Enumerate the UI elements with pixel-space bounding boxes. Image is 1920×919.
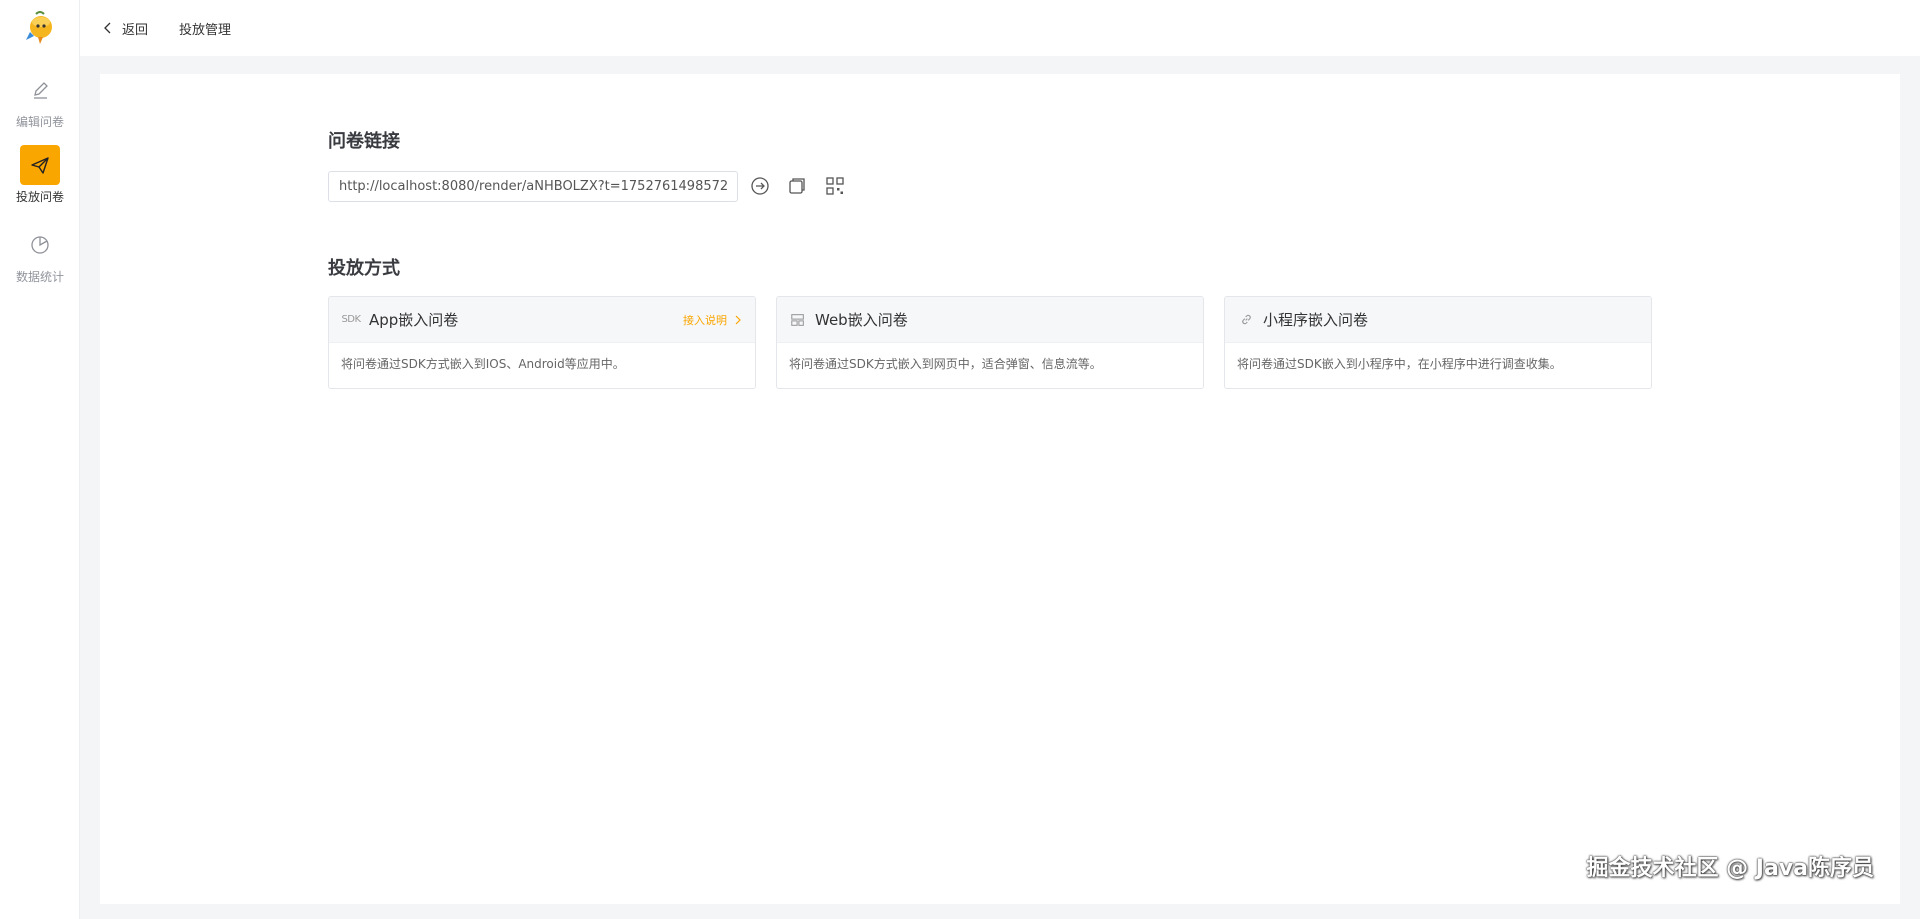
back-label: 返回: [122, 22, 149, 38]
main-panel: 问卷链接 投放方式: [100, 74, 1900, 904]
survey-link-input[interactable]: [328, 171, 738, 202]
sidebar-item-label: 数据统计: [15, 270, 64, 284]
app-root: 编辑问卷 投放问卷 数据统计 返回 投放管理 问卷链接 http://local…: [0, 0, 1920, 919]
card-title: App嵌入问卷: [369, 311, 459, 329]
qrcode-button[interactable]: [824, 175, 846, 197]
edit-icon: [20, 70, 60, 110]
card-description: 将问卷通过SDK嵌入到小程序中，在小程序中进行调查收集。: [1237, 357, 1562, 371]
integration-guide-link[interactable]: 接入说明: [683, 312, 743, 328]
delivery-section-title: 投放方式: [328, 258, 400, 279]
card-title: 小程序嵌入问卷: [1263, 311, 1369, 329]
page-title: 投放管理: [179, 23, 232, 38]
card-title: Web嵌入问卷: [815, 311, 908, 329]
chevron-left-icon: [104, 22, 111, 34]
pie-chart-icon: [20, 225, 60, 265]
sdk-icon: SDK: [341, 314, 361, 325]
link-section-title: 问卷链接: [328, 131, 400, 152]
web-icon: [789, 311, 807, 329]
card-header: SDK App嵌入问卷 接入说明: [329, 297, 755, 343]
watermark: 掘金技术社区 @ Java陈序员: [1586, 856, 1874, 881]
integration-guide-label: 接入说明: [683, 314, 727, 327]
back-button[interactable]: 返回: [102, 19, 149, 38]
sidebar-item-label: 编辑问卷: [15, 115, 64, 129]
miniprogram-embed-card[interactable]: 小程序嵌入问卷 将问卷通过SDK嵌入到小程序中，在小程序中进行调查收集。: [1224, 296, 1652, 389]
card-description: 将问卷通过SDK方式嵌入到IOS、Android等应用中。: [341, 357, 625, 371]
send-icon: [20, 145, 60, 185]
card-description: 将问卷通过SDK方式嵌入到网页中，适合弹窗、信息流等。: [789, 357, 1102, 371]
web-embed-card[interactable]: Web嵌入问卷 将问卷通过SDK方式嵌入到网页中，适合弹窗、信息流等。: [776, 296, 1204, 389]
sidebar-item-send[interactable]: 投放问卷: [0, 145, 80, 205]
link-icon: [1237, 311, 1255, 329]
copy-icon: [789, 178, 805, 194]
top-header: 返回 投放管理: [80, 0, 1920, 56]
app-embed-card[interactable]: SDK App嵌入问卷 接入说明 将问卷通过SDK方式嵌入到IOS、Androi…: [328, 296, 756, 389]
card-header: 小程序嵌入问卷: [1225, 297, 1651, 343]
arrow-right-circle-icon: [751, 177, 769, 195]
logo-icon[interactable]: [22, 10, 58, 46]
open-link-button[interactable]: [749, 175, 771, 197]
sidebar-item-label: 投放问卷: [15, 190, 64, 204]
sidebar-item-stats[interactable]: 数据统计: [0, 225, 80, 285]
copy-link-button[interactable]: [786, 175, 808, 197]
sidebar: 编辑问卷 投放问卷 数据统计: [0, 0, 80, 919]
sidebar-item-edit[interactable]: 编辑问卷: [0, 70, 80, 130]
qrcode-icon: [826, 177, 844, 195]
card-header: Web嵌入问卷: [777, 297, 1203, 343]
chevron-right-icon: [735, 315, 741, 325]
